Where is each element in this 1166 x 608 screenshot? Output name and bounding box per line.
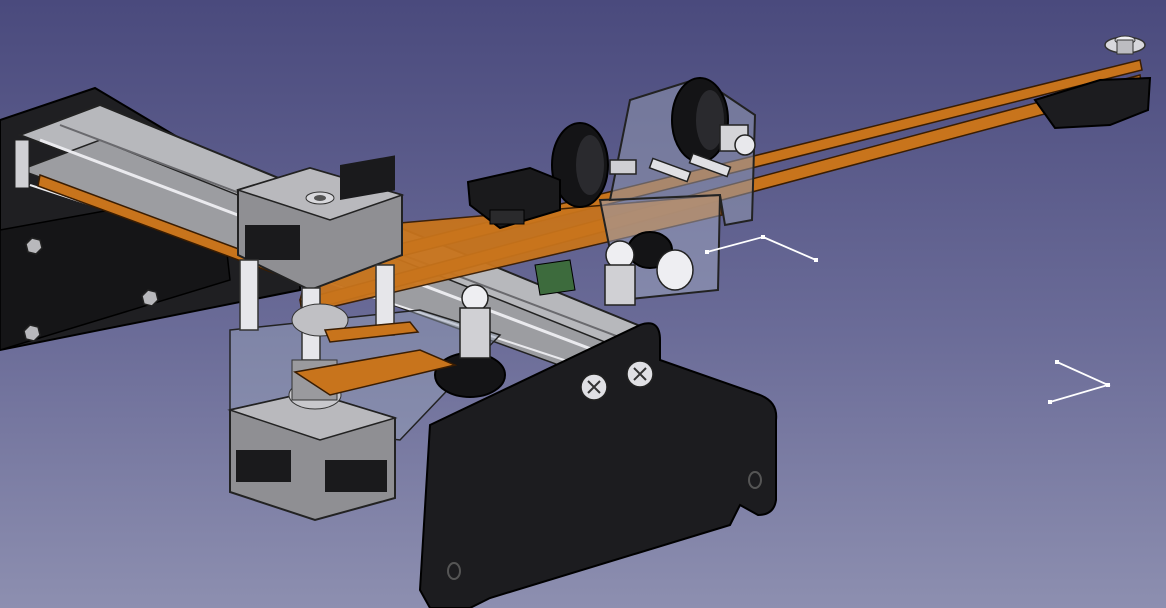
sketch-construction-line bbox=[706, 236, 1111, 403]
3d-viewport[interactable] bbox=[0, 0, 1166, 608]
sketch-point-icon bbox=[705, 235, 1110, 404]
cad-model-scene[interactable] bbox=[0, 0, 1166, 608]
